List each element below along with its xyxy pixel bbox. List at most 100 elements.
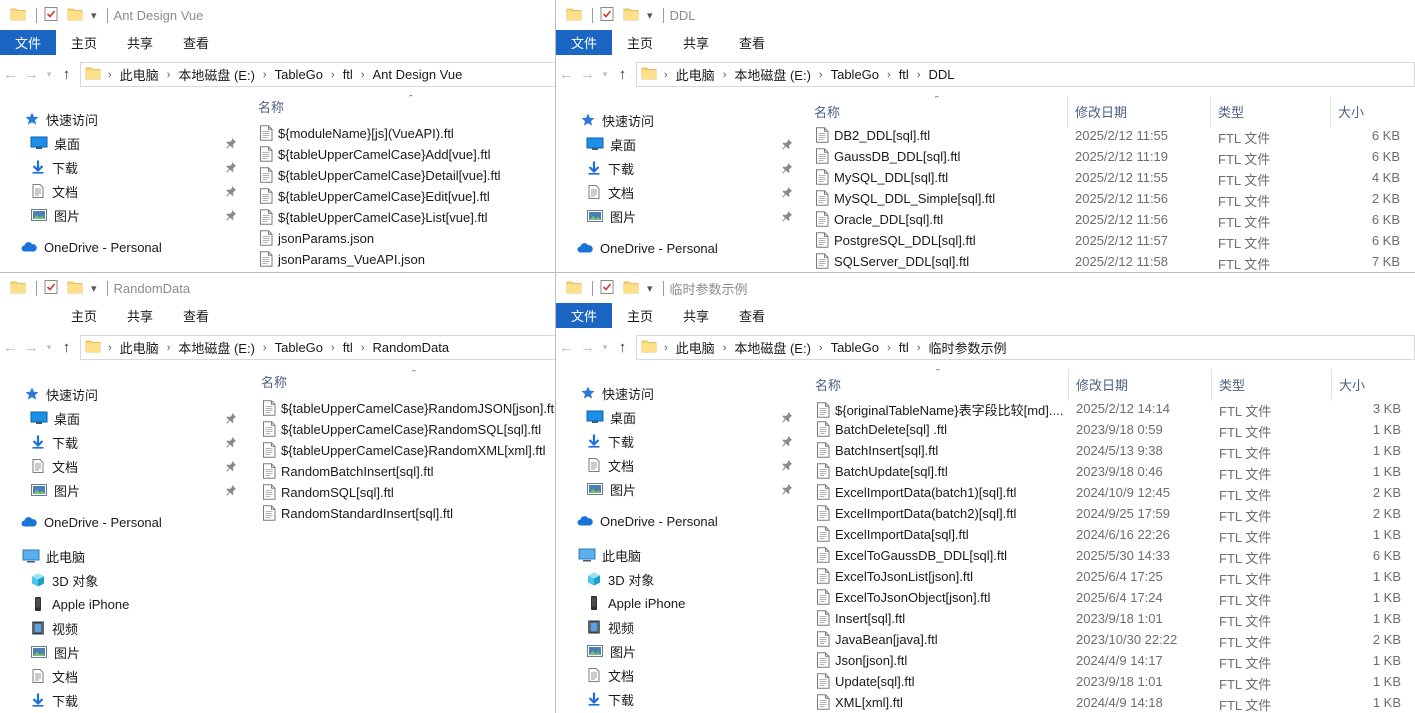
back-arrow-icon[interactable]: ← — [0, 339, 21, 356]
forward-arrow-icon[interactable]: → — [577, 66, 598, 83]
file-row[interactable]: ${moduleName}[js](VueAPI).ftl — [241, 123, 556, 144]
nav-item[interactable]: 下载 — [30, 430, 241, 454]
nav-item[interactable]: 此电脑 — [578, 543, 641, 567]
nav-item[interactable]: OneDrive - Personal — [576, 236, 718, 260]
file-row[interactable]: Update[sql].ftl 2023/9/18 1:01 FTL 文件 1 KB — [798, 671, 1415, 692]
nav-item[interactable]: 3D 对象 — [586, 567, 654, 591]
tab-view[interactable]: 查看 — [168, 30, 224, 55]
customize-toolbar-dropdown-icon[interactable]: ▾ — [647, 9, 653, 22]
column-divider[interactable] — [1068, 369, 1069, 401]
breadcrumb-1[interactable]: 本地磁盘 (E:) — [173, 65, 260, 84]
tab-share[interactable]: 共享 — [668, 30, 724, 55]
folder-icon[interactable] — [67, 279, 83, 298]
breadcrumb-3[interactable]: ftl — [338, 340, 358, 355]
nav-item[interactable]: Apple iPhone — [586, 591, 685, 615]
tab-home[interactable]: 主页 — [56, 303, 112, 328]
customize-toolbar-dropdown-icon[interactable]: ▾ — [647, 282, 653, 295]
breadcrumb-0[interactable]: 此电脑 — [115, 338, 164, 357]
file-row[interactable]: JavaBean[java].ftl 2023/10/30 22:22 FTL 文件… — [798, 629, 1415, 650]
breadcrumb-2[interactable]: TableGo — [826, 67, 884, 82]
address-bar[interactable]: › 此电脑 › 本地磁盘 (E:) › TableGo › ftl › 临时参数示例 — [636, 335, 1415, 360]
back-arrow-icon[interactable]: ← — [556, 339, 577, 356]
file-row[interactable]: ${tableUpperCamelCase}RandomSQL[sql].ftl — [244, 419, 556, 440]
column-size[interactable]: 大小 — [1338, 102, 1364, 121]
recent-locations-icon[interactable]: ▾ — [598, 342, 612, 353]
nav-item[interactable]: Apple iPhone — [30, 592, 129, 616]
file-row[interactable]: ExcelToGaussDB_DDL[sql].ftl 2025/5/30 14:… — [798, 545, 1415, 566]
forward-arrow-icon[interactable]: → — [21, 339, 42, 356]
nav-item[interactable]: OneDrive - Personal — [20, 510, 162, 534]
nav-item[interactable]: 文档 — [30, 179, 241, 203]
breadcrumb-3[interactable]: ftl — [338, 67, 358, 82]
breadcrumb-2[interactable]: TableGo — [826, 340, 884, 355]
folder-icon[interactable] — [623, 279, 639, 298]
nav-item[interactable]: 下载 — [30, 155, 241, 179]
file-row[interactable]: MySQL_DDL_Simple[sql].ftl 2025/2/12 11:56… — [797, 188, 1415, 209]
file-row[interactable]: RandomBatchInsert[sql].ftl — [244, 461, 556, 482]
file-row[interactable]: ${tableUpperCamelCase}Detail[vue].ftl — [241, 165, 556, 186]
folder-icon[interactable] — [67, 6, 83, 25]
breadcrumb-2[interactable]: TableGo — [270, 67, 328, 82]
customize-toolbar-dropdown-icon[interactable]: ▾ — [91, 282, 97, 295]
breadcrumb-1[interactable]: 本地磁盘 (E:) — [729, 338, 816, 357]
tab-file[interactable]: 文件 — [556, 303, 612, 328]
tab-view[interactable]: 查看 — [724, 303, 780, 328]
customize-toolbar-dropdown-icon[interactable]: ▾ — [91, 9, 97, 22]
column-type[interactable]: 类型 — [1219, 375, 1245, 394]
file-row[interactable]: Json[json].ftl 2024/4/9 14:17 FTL 文件 1 KB — [798, 650, 1415, 671]
column-date[interactable]: 修改日期 — [1075, 102, 1127, 121]
breadcrumb-4[interactable]: Ant Design Vue — [367, 67, 467, 82]
column-divider[interactable] — [1210, 96, 1211, 128]
nav-item[interactable]: 下载 — [30, 688, 78, 712]
nav-item[interactable]: 文档 — [586, 663, 634, 687]
file-row[interactable]: ExcelToJsonList[json].ftl 2025/6/4 17:25 F… — [798, 566, 1415, 587]
column-name[interactable]: 名称 — [258, 97, 284, 116]
back-arrow-icon[interactable]: ← — [0, 66, 21, 83]
column-name[interactable]: 名称 — [815, 375, 841, 394]
nav-item[interactable]: 文档 — [30, 454, 241, 478]
up-arrow-icon[interactable]: ↑ — [56, 66, 77, 83]
nav-item[interactable]: 桌面 — [586, 132, 797, 156]
address-bar[interactable]: › 此电脑 › 本地磁盘 (E:) › TableGo › ftl › Ant Design Vu… — [80, 62, 556, 87]
file-row[interactable]: BatchInsert[sql].ftl 2024/5/13 9:38 FTL 文件… — [798, 440, 1415, 461]
file-row[interactable]: jsonParams.json — [241, 228, 556, 249]
file-row[interactable]: ExcelImportData[sql].ftl 2024/6/16 22:26 F… — [798, 524, 1415, 545]
column-divider[interactable] — [1331, 369, 1332, 401]
tab-view[interactable]: 查看 — [168, 303, 224, 328]
breadcrumb-4[interactable]: DDL — [923, 67, 959, 82]
forward-arrow-icon[interactable]: → — [577, 339, 598, 356]
file-row[interactable]: GaussDB_DDL[sql].ftl 2025/2/12 11:19 FTL 文… — [797, 146, 1415, 167]
breadcrumb-1[interactable]: 本地磁盘 (E:) — [173, 338, 260, 357]
recent-locations-icon[interactable]: ▾ — [598, 69, 612, 80]
nav-item[interactable]: 桌面 — [30, 131, 241, 155]
nav-item[interactable]: 快速访问 — [580, 108, 654, 132]
file-row[interactable]: XML[xml].ftl 2024/4/9 14:18 FTL 文件 1 KB — [798, 692, 1415, 713]
nav-item[interactable]: OneDrive - Personal — [576, 509, 718, 533]
file-row[interactable]: Oracle_DDL[sql].ftl 2025/2/12 11:56 FTL 文件… — [797, 209, 1415, 230]
tab-home[interactable]: 主页 — [612, 303, 668, 328]
nav-item[interactable]: 快速访问 — [580, 381, 654, 405]
breadcrumb-3[interactable]: ftl — [894, 340, 914, 355]
nav-item[interactable]: 下载 — [586, 156, 797, 180]
file-row[interactable]: SQLServer_DDL[sql].ftl 2025/2/12 11:58 FTL… — [797, 251, 1415, 272]
tab-share[interactable]: 共享 — [112, 303, 168, 328]
nav-item[interactable]: 下载 — [586, 429, 797, 453]
file-row[interactable]: MySQL_DDL[sql].ftl 2025/2/12 11:55 FTL 文件 4… — [797, 167, 1415, 188]
nav-item[interactable]: 文档 — [586, 180, 797, 204]
tab-file[interactable]: 文件 — [556, 30, 612, 55]
column-divider[interactable] — [1067, 96, 1068, 128]
checklist-icon[interactable] — [43, 6, 59, 25]
nav-item[interactable]: 视频 — [586, 615, 634, 639]
nav-item[interactable]: OneDrive - Personal — [20, 235, 162, 259]
file-row[interactable]: ${originalTableName}表字段比较[md].... 2025/2/… — [798, 398, 1415, 419]
tab-home[interactable]: 主页 — [56, 30, 112, 55]
nav-item[interactable]: 图片 — [30, 478, 241, 502]
breadcrumb-4[interactable]: 临时参数示例 — [923, 338, 1011, 357]
back-arrow-icon[interactable]: ← — [556, 66, 577, 83]
column-divider[interactable] — [1211, 369, 1212, 401]
file-row[interactable]: ExcelImportData(batch1)[sql].ftl 2024/10/… — [798, 482, 1415, 503]
folder-icon[interactable] — [623, 6, 639, 25]
tab-share[interactable]: 共享 — [668, 303, 724, 328]
file-row[interactable]: ExcelImportData(batch2)[sql].ftl 2024/9/2… — [798, 503, 1415, 524]
file-row[interactable]: BatchUpdate[sql].ftl 2023/9/18 0:46 FTL 文件… — [798, 461, 1415, 482]
